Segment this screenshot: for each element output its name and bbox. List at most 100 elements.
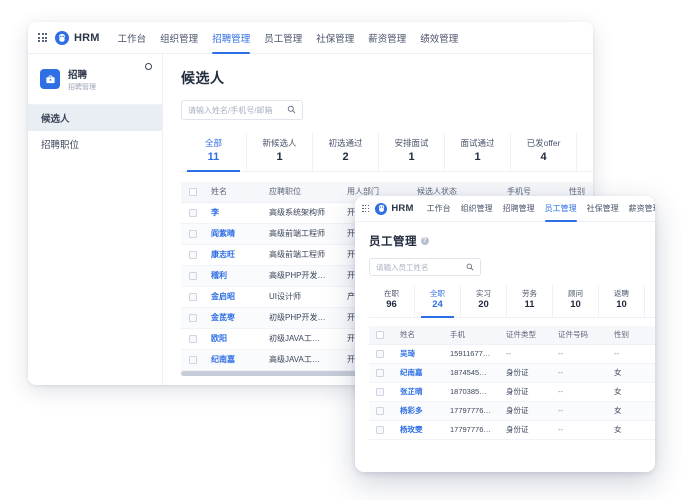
row-checkbox[interactable]	[376, 368, 384, 377]
cell-name[interactable]: 纪南嘉	[203, 349, 261, 371]
row-checkbox-cell[interactable]	[181, 223, 203, 245]
cell-name[interactable]: 金茋枣	[203, 307, 261, 329]
sidebar-item-positions[interactable]: 招聘职位	[28, 131, 162, 157]
select-all-checkbox[interactable]	[189, 187, 197, 196]
nav-item-organization[interactable]: 组织管理	[461, 196, 493, 222]
table-row[interactable]: 吴琦 15911677… -- -- --	[369, 344, 655, 364]
row-checkbox[interactable]	[376, 387, 384, 396]
nav-item-social-insurance[interactable]: 社保管理	[316, 22, 354, 54]
tab-screening-passed[interactable]: 初选通过 2	[313, 133, 379, 171]
cell-name[interactable]: 杨彩多	[393, 401, 443, 421]
cell-phone: 17797776…	[443, 420, 499, 440]
row-checkbox-cell[interactable]	[181, 265, 203, 287]
select-all-header[interactable]	[369, 326, 393, 345]
row-checkbox-cell[interactable]	[181, 349, 203, 371]
row-checkbox[interactable]	[189, 334, 197, 343]
row-checkbox-cell[interactable]	[369, 382, 393, 402]
nav-item-recruitment[interactable]: 招聘管理	[212, 22, 251, 54]
nav-item-workbench[interactable]: 工作台	[118, 22, 147, 54]
nav-item-performance[interactable]: 绩效管理	[420, 22, 458, 54]
row-checkbox-cell[interactable]	[181, 202, 203, 224]
row-checkbox[interactable]	[376, 425, 384, 434]
apps-grid-icon[interactable]	[38, 33, 47, 42]
row-checkbox-cell[interactable]	[369, 344, 393, 364]
col-position[interactable]: 应聘职位	[261, 182, 339, 203]
gear-icon[interactable]	[145, 63, 152, 70]
row-checkbox-cell[interactable]	[181, 328, 203, 350]
col-gender[interactable]: 性别	[607, 326, 655, 345]
cell-phone: 15911677…	[443, 344, 499, 364]
col-id-number[interactable]: 证件号码	[551, 326, 607, 345]
tab-interview-scheduled[interactable]: 安排面试 1	[379, 133, 445, 171]
col-name[interactable]: 姓名	[393, 326, 443, 345]
row-checkbox[interactable]	[189, 208, 197, 217]
table-row[interactable]: 杨彩多 17797776… 身份证 -- 女	[369, 401, 655, 421]
tab-new-candidates[interactable]: 新候选人 1	[247, 133, 313, 171]
col-name[interactable]: 姓名	[203, 182, 261, 203]
nav-item-employee[interactable]: 员工管理	[544, 196, 577, 222]
sidebar-item-candidates[interactable]: 候选人	[28, 105, 162, 131]
search-icon[interactable]	[287, 101, 296, 119]
table-row[interactable]: 纪南嘉 1874545… 身份证 -- 女	[369, 363, 655, 383]
row-checkbox[interactable]	[189, 292, 197, 301]
col-phone[interactable]: 手机	[443, 326, 499, 345]
candidate-search-input[interactable]: 请输入姓名/手机号/邮箱	[181, 100, 303, 120]
row-checkbox[interactable]	[376, 349, 384, 358]
help-circle-icon[interactable]: ?	[421, 237, 429, 245]
nav-item-payroll[interactable]: 薪资管理	[368, 22, 406, 54]
tab-rehired-count: 10	[616, 299, 627, 310]
row-checkbox[interactable]	[189, 229, 197, 238]
nav-item-employee[interactable]: 员工管理	[264, 22, 302, 54]
apps-grid-icon[interactable]	[362, 204, 370, 213]
tab-rehired[interactable]: 返聘 10	[599, 285, 645, 317]
tab-intern[interactable]: 实习 20	[461, 285, 507, 317]
table-row[interactable]: 杨玫雯 17797776… 身份证 -- 女	[369, 420, 655, 440]
table-row[interactable]: 张芷晴 1870385… 身份证 -- 女	[369, 382, 655, 402]
cell-name[interactable]: 欧阳	[203, 328, 261, 350]
cell-position: 高级PHP开发…	[261, 265, 339, 287]
cell-id-type: 身份证	[499, 420, 551, 440]
cell-name[interactable]: 稽利	[203, 265, 261, 287]
tab-offer-sent[interactable]: 已发offer 4	[511, 133, 577, 171]
nav-item-payroll[interactable]: 薪资管理	[629, 196, 655, 222]
brand[interactable]: HRM	[55, 30, 100, 45]
cell-name[interactable]: 吴琦	[393, 344, 443, 364]
nav-item-social-insurance[interactable]: 社保管理	[587, 196, 619, 222]
brand[interactable]: HRM	[375, 202, 413, 215]
row-checkbox[interactable]	[189, 355, 197, 364]
back-top-nav: HRM 工作台 组织管理 招聘管理 员工管理 社保管理 薪资管理 绩效管理	[28, 22, 593, 54]
tab-active-employees[interactable]: 在职 96	[369, 285, 415, 317]
select-all-header[interactable]	[181, 182, 203, 203]
row-checkbox[interactable]	[189, 313, 197, 322]
nav-item-recruitment[interactable]: 招聘管理	[503, 196, 535, 222]
horizontal-scrollbar[interactable]	[181, 371, 371, 376]
tab-labor[interactable]: 劳务 11	[507, 285, 553, 317]
cell-name[interactable]: 康志旺	[203, 244, 261, 266]
cell-name[interactable]: 李	[203, 202, 261, 224]
row-checkbox-cell[interactable]	[181, 307, 203, 329]
cell-name[interactable]: 杨玫雯	[393, 420, 443, 440]
tab-all[interactable]: 全部 11	[181, 133, 247, 172]
tab-consultant[interactable]: 顾问 10	[553, 285, 599, 317]
row-checkbox[interactable]	[189, 250, 197, 259]
nav-item-organization[interactable]: 组织管理	[160, 22, 198, 54]
row-checkbox[interactable]	[189, 271, 197, 280]
cell-name[interactable]: 纪南嘉	[393, 363, 443, 383]
tab-fulltime[interactable]: 全职 24	[415, 285, 461, 318]
col-id-type[interactable]: 证件类型	[499, 326, 551, 345]
cell-name[interactable]: 阎紫晴	[203, 223, 261, 245]
employee-search-input[interactable]: 请输入员工姓名	[369, 258, 481, 276]
row-checkbox-cell[interactable]	[181, 286, 203, 308]
cell-name[interactable]: 张芷晴	[393, 382, 443, 402]
row-checkbox[interactable]	[376, 406, 384, 415]
nav-item-workbench[interactable]: 工作台	[427, 196, 451, 222]
tab-interview-passed[interactable]: 面试通过 1	[445, 133, 511, 171]
row-checkbox-cell[interactable]	[369, 363, 393, 383]
row-checkbox-cell[interactable]	[369, 420, 393, 440]
employee-stat-tabs: 在职 96 全职 24 实习 20 劳务 11 顾问 10 返聘 10	[369, 285, 655, 318]
search-icon[interactable]	[466, 258, 474, 276]
select-all-checkbox[interactable]	[376, 330, 384, 339]
cell-name[interactable]: 金启昭	[203, 286, 261, 308]
row-checkbox-cell[interactable]	[181, 244, 203, 266]
row-checkbox-cell[interactable]	[369, 401, 393, 421]
